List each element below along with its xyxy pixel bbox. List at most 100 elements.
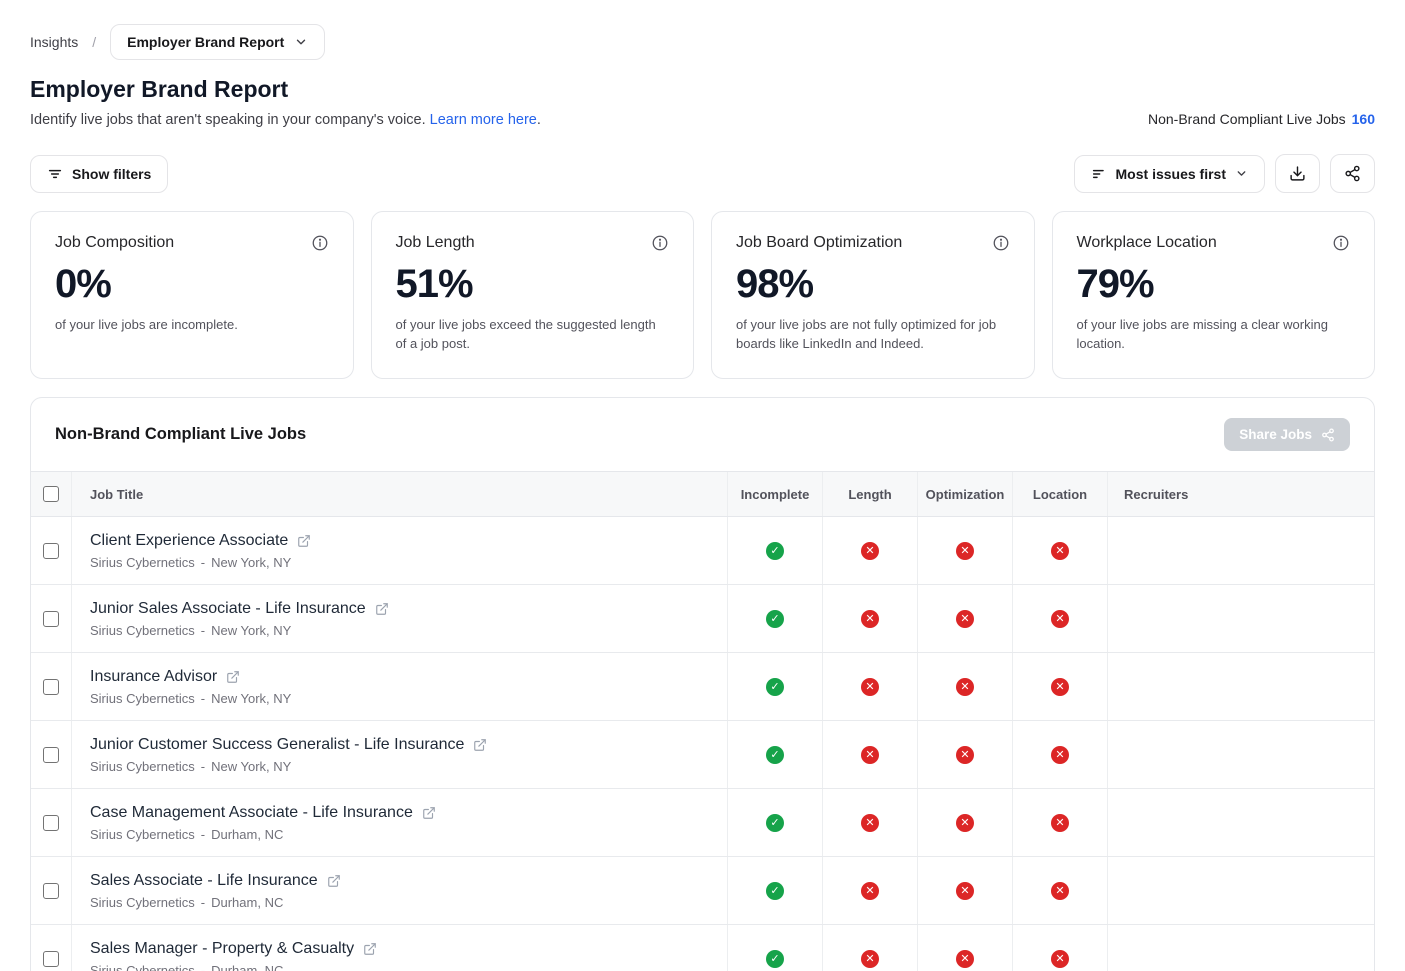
x-circle-icon: ✕ [1051, 882, 1069, 900]
length-status-cell: ✕ [822, 925, 917, 971]
job-title-cell: Insurance Advisor Sirius Cybernetics - N… [71, 653, 727, 720]
x-circle-icon: ✕ [956, 882, 974, 900]
learn-more-link[interactable]: Learn more here [430, 112, 537, 128]
company-location-separator: - [201, 759, 205, 774]
row-checkbox-cell [31, 517, 71, 584]
row-checkbox[interactable] [43, 747, 59, 763]
table-row: Client Experience Associate Sirius Cyber… [31, 517, 1374, 585]
download-icon [1289, 165, 1306, 182]
x-circle-icon: ✕ [956, 678, 974, 696]
info-icon[interactable] [651, 234, 669, 252]
company-location-separator: - [201, 895, 205, 910]
external-link-icon[interactable] [363, 942, 377, 956]
toolbar-right: Most issues first [1074, 154, 1375, 193]
location-status-cell: ✕ [1012, 857, 1107, 924]
stat-card-value: 98% [736, 262, 1010, 307]
check-circle-icon: ✓ [766, 882, 784, 900]
x-circle-icon: ✕ [861, 882, 879, 900]
info-icon[interactable] [311, 234, 329, 252]
sort-icon [1091, 166, 1107, 182]
select-all-cell [31, 472, 71, 516]
stat-card-job-length: Job Length 51% of your live jobs exceed … [371, 211, 695, 379]
jobs-table-title: Non-Brand Compliant Live Jobs [55, 425, 306, 444]
chevron-down-icon [1235, 167, 1248, 180]
check-circle-icon: ✓ [766, 814, 784, 832]
company-name: Sirius Cybernetics [90, 759, 195, 774]
job-title-link[interactable]: Insurance Advisor [90, 668, 217, 686]
row-checkbox[interactable] [43, 883, 59, 899]
incomplete-status-cell: ✓ [727, 925, 822, 971]
subtitle-text: Identify live jobs that aren't speaking … [30, 112, 426, 128]
x-circle-icon: ✕ [956, 746, 974, 764]
table-row: Sales Associate - Life Insurance Sirius … [31, 857, 1374, 925]
breadcrumb-insights-link[interactable]: Insights [30, 34, 78, 50]
length-status-cell: ✕ [822, 721, 917, 788]
external-link-icon[interactable] [375, 602, 389, 616]
select-all-checkbox[interactable] [43, 486, 59, 502]
location-status-cell: ✕ [1012, 721, 1107, 788]
subtitle-row: Identify live jobs that aren't speaking … [30, 111, 1375, 128]
toolbar: Show filters Most issues first [30, 154, 1375, 193]
stat-card-value: 0% [55, 262, 329, 307]
job-title-link[interactable]: Sales Manager - Property & Casualty [90, 940, 354, 958]
x-circle-icon: ✕ [1051, 542, 1069, 560]
recruiters-cell [1107, 857, 1374, 924]
length-status-cell: ✕ [822, 857, 917, 924]
external-link-icon[interactable] [297, 534, 311, 548]
row-checkbox-cell [31, 925, 71, 971]
table-row: Sales Manager - Property & Casualty Siri… [31, 925, 1374, 971]
download-button[interactable] [1275, 154, 1320, 193]
job-title-cell: Sales Manager - Property & Casualty Siri… [71, 925, 727, 971]
row-checkbox[interactable] [43, 951, 59, 967]
recruiters-cell [1107, 721, 1374, 788]
row-checkbox-cell [31, 585, 71, 652]
share-jobs-button[interactable]: Share Jobs [1224, 418, 1350, 451]
row-checkbox-cell [31, 789, 71, 856]
recruiters-cell [1107, 789, 1374, 856]
report-selector-label: Employer Brand Report [127, 34, 284, 50]
job-title-cell: Junior Sales Associate - Life Insurance … [71, 585, 727, 652]
location-status-cell: ✕ [1012, 653, 1107, 720]
job-title-link[interactable]: Junior Sales Associate - Life Insurance [90, 600, 366, 618]
job-title-link[interactable]: Junior Customer Success Generalist - Lif… [90, 736, 464, 754]
breadcrumb: Insights / Employer Brand Report [30, 24, 1375, 60]
breadcrumb-separator: / [92, 34, 96, 50]
sort-dropdown[interactable]: Most issues first [1074, 155, 1265, 193]
show-filters-button[interactable]: Show filters [30, 155, 168, 193]
external-link-icon[interactable] [422, 806, 436, 820]
row-checkbox[interactable] [43, 815, 59, 831]
x-circle-icon: ✕ [956, 542, 974, 560]
report-selector-dropdown[interactable]: Employer Brand Report [110, 24, 325, 60]
share-icon [1344, 165, 1361, 182]
column-header-optimization: Optimization [917, 472, 1012, 516]
stat-cards: Job Composition 0% of your live jobs are… [30, 211, 1375, 379]
check-circle-icon: ✓ [766, 746, 784, 764]
sort-label: Most issues first [1116, 166, 1226, 182]
info-icon[interactable] [1332, 234, 1350, 252]
page-title: Employer Brand Report [30, 76, 1375, 103]
job-title-link[interactable]: Sales Associate - Life Insurance [90, 872, 318, 890]
row-checkbox-cell [31, 653, 71, 720]
external-link-icon[interactable] [226, 670, 240, 684]
stat-card-job-board-optimization: Job Board Optimization 98% of your live … [711, 211, 1035, 379]
incomplete-status-cell: ✓ [727, 585, 822, 652]
table-header-row: Job Title Incomplete Length Optimization… [31, 471, 1374, 517]
external-link-icon[interactable] [473, 738, 487, 752]
column-header-length: Length [822, 472, 917, 516]
job-title-link[interactable]: Client Experience Associate [90, 532, 288, 550]
company-location-separator: - [201, 555, 205, 570]
info-icon[interactable] [992, 234, 1010, 252]
row-checkbox[interactable] [43, 679, 59, 695]
recruiters-cell [1107, 925, 1374, 971]
table-row: Insurance Advisor Sirius Cybernetics - N… [31, 653, 1374, 721]
chevron-down-icon [294, 35, 308, 49]
stat-card-value: 51% [396, 262, 670, 307]
row-checkbox[interactable] [43, 611, 59, 627]
company-location-separator: - [201, 623, 205, 638]
x-circle-icon: ✕ [1051, 950, 1069, 968]
share-button[interactable] [1330, 154, 1375, 193]
job-title-link[interactable]: Case Management Associate - Life Insuran… [90, 804, 413, 822]
row-checkbox[interactable] [43, 543, 59, 559]
row-checkbox-cell [31, 857, 71, 924]
external-link-icon[interactable] [327, 874, 341, 888]
